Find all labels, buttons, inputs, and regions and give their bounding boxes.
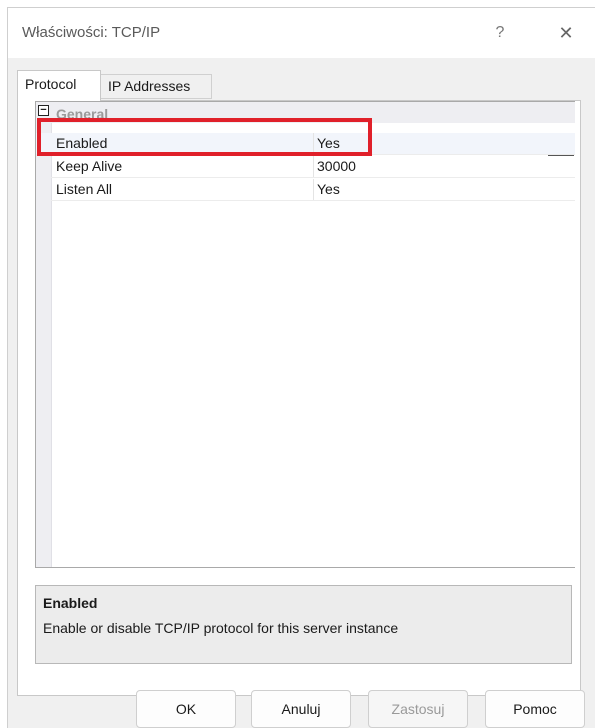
description-title: Enabled (43, 595, 98, 611)
tab-strip: Protocol IP Addresses (17, 70, 577, 101)
title-bar: Właściwości: TCP/IP ? ✕ (8, 8, 595, 58)
property-row-keep-alive[interactable]: Keep Alive 30000 (36, 156, 575, 177)
collapse-icon[interactable]: − (38, 105, 49, 116)
close-icon[interactable]: ✕ (548, 20, 584, 48)
column-divider (313, 156, 314, 177)
tab-ip-addresses[interactable]: IP Addresses (101, 74, 212, 99)
property-row-enabled[interactable]: Enabled Yes (36, 133, 575, 154)
property-value[interactable]: 30000 (317, 156, 356, 177)
row-separator (51, 154, 575, 155)
property-name: Keep Alive (56, 158, 123, 174)
property-name: Listen All (56, 181, 113, 197)
tab-protocol[interactable]: Protocol (17, 70, 101, 101)
help-button[interactable]: Pomoc (485, 690, 585, 728)
row-separator (51, 200, 575, 201)
property-row-listen-all[interactable]: Listen All Yes (36, 179, 575, 200)
dialog-title: Właściwości: TCP/IP (22, 24, 161, 41)
row-separator (51, 177, 575, 178)
description-text: Enable or disable TCP/IP protocol for th… (43, 620, 399, 636)
category-label: General (56, 106, 109, 122)
column-divider (313, 179, 314, 200)
description-panel: Enabled Enable or disable TCP/IP protoco… (35, 585, 572, 664)
property-value[interactable]: Yes (317, 133, 340, 154)
property-name: Enabled (56, 135, 108, 151)
help-icon[interactable]: ? (482, 20, 518, 48)
ok-button[interactable]: OK (136, 690, 236, 728)
category-row-general[interactable]: − General (36, 102, 575, 123)
property-value[interactable]: Yes (317, 179, 340, 200)
property-grid: − General Enabled Yes Keep Alive 30000 L… (35, 101, 575, 568)
column-divider (313, 133, 314, 154)
cancel-button[interactable]: Anuluj (251, 690, 351, 728)
apply-button[interactable]: Zastosuj (368, 690, 468, 728)
grid-splitter[interactable] (548, 155, 574, 156)
